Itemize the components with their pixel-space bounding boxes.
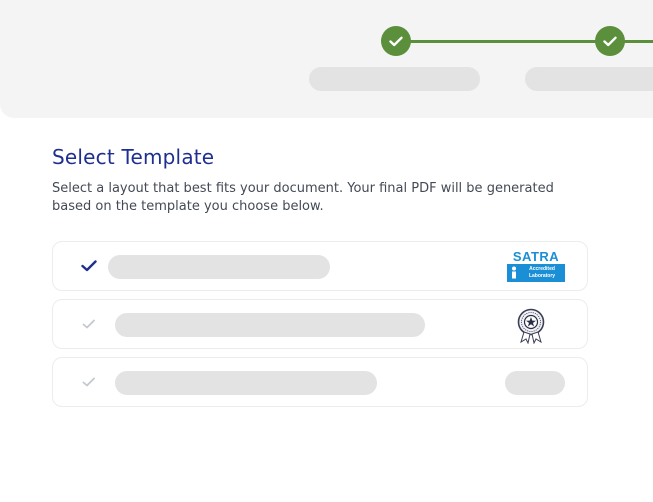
template-name-placeholder [115, 371, 377, 395]
unselected-check-icon [82, 319, 95, 329]
page-title: Select Template [52, 145, 215, 169]
step-2-complete-check-icon [595, 26, 625, 56]
satra-accredited-laboratory-logo: SATRA Accredited Laboratory [507, 250, 565, 282]
template-name-placeholder [115, 313, 425, 337]
selected-check-icon [81, 260, 97, 272]
unselected-check-icon [82, 377, 95, 387]
badge-placeholder [505, 371, 565, 395]
satra-logo-box: Accredited Laboratory [507, 264, 565, 282]
step-2-label-placeholder [525, 67, 653, 91]
template-option-2[interactable] [52, 299, 588, 349]
seal-emblem-logo [517, 308, 545, 344]
template-option-1[interactable]: SATRA Accredited Laboratory [52, 241, 588, 291]
step-1-label-placeholder [309, 67, 480, 91]
step-1-complete-check-icon [381, 26, 411, 56]
stepper-panel [0, 0, 653, 118]
satra-logo-subtitle: Accredited Laboratory [528, 266, 556, 279]
template-name-placeholder [108, 255, 330, 279]
satra-logo-wordmark: SATRA [512, 249, 560, 264]
page-description: Select a layout that best fits your docu… [52, 181, 554, 214]
template-option-3[interactable] [52, 357, 588, 407]
satra-person-icon [512, 266, 516, 279]
step-connector-line [396, 40, 610, 43]
